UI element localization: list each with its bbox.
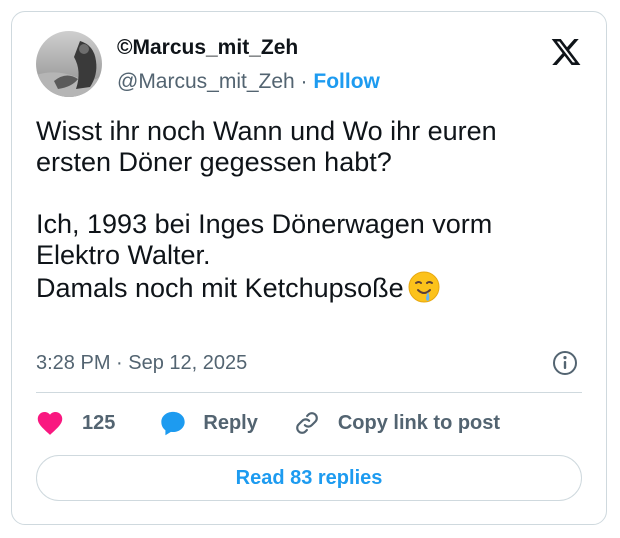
read-replies-button[interactable]: Read 83 replies — [36, 455, 582, 501]
tweet-line: ersten Döner gegessen habt? — [36, 147, 392, 177]
action-bar: 125 Reply Copy link to post — [36, 408, 500, 438]
author-handle-line: @Marcus_mit_Zeh · Follow — [117, 70, 380, 94]
copy-link-button[interactable]: Copy link to post — [294, 410, 500, 436]
like-count: 125 — [82, 411, 116, 434]
divider — [36, 392, 582, 393]
link-icon — [296, 412, 318, 434]
tweet-line: Wisst ihr noch Wann und Wo ihr euren — [36, 116, 497, 146]
tweet-card: ©Marcus_mit_Zeh @Marcus_mit_Zeh · Follow… — [11, 11, 607, 525]
x-logo-icon[interactable] — [550, 36, 582, 68]
reply-bubble-icon — [161, 411, 186, 436]
reply-button[interactable]: Reply — [159, 409, 258, 437]
heart-icon — [37, 412, 63, 435]
info-icon[interactable] — [552, 350, 578, 376]
tweet-line: Elektro Walter. — [36, 240, 211, 270]
reply-label: Reply — [203, 411, 258, 434]
handle-separator: · — [300, 70, 308, 93]
timestamp[interactable]: 3:28 PM · Sep 12, 2025 — [36, 352, 247, 375]
copy-link-label: Copy link to post — [337, 411, 501, 434]
like-button[interactable]: 125 — [36, 410, 115, 436]
drooling-face-emoji-icon — [408, 271, 440, 310]
tweet-line-text: Damals noch mit Ketchupsoße — [36, 273, 404, 303]
tweet-text: Wisst ihr noch Wann und Wo ihr euren ers… — [36, 116, 586, 310]
author-handle[interactable]: @Marcus_mit_Zeh — [117, 70, 295, 93]
follow-button[interactable]: Follow — [313, 70, 380, 93]
author-display-name[interactable]: ©Marcus_mit_Zeh — [117, 36, 298, 60]
tweet-line: Ich, 1993 bei Inges Dönerwagen vorm — [36, 209, 493, 239]
tweet-line-last: Damals noch mit Ketchupsoße — [36, 271, 586, 310]
avatar-photo-icon — [36, 31, 102, 97]
avatar[interactable] — [36, 31, 102, 97]
